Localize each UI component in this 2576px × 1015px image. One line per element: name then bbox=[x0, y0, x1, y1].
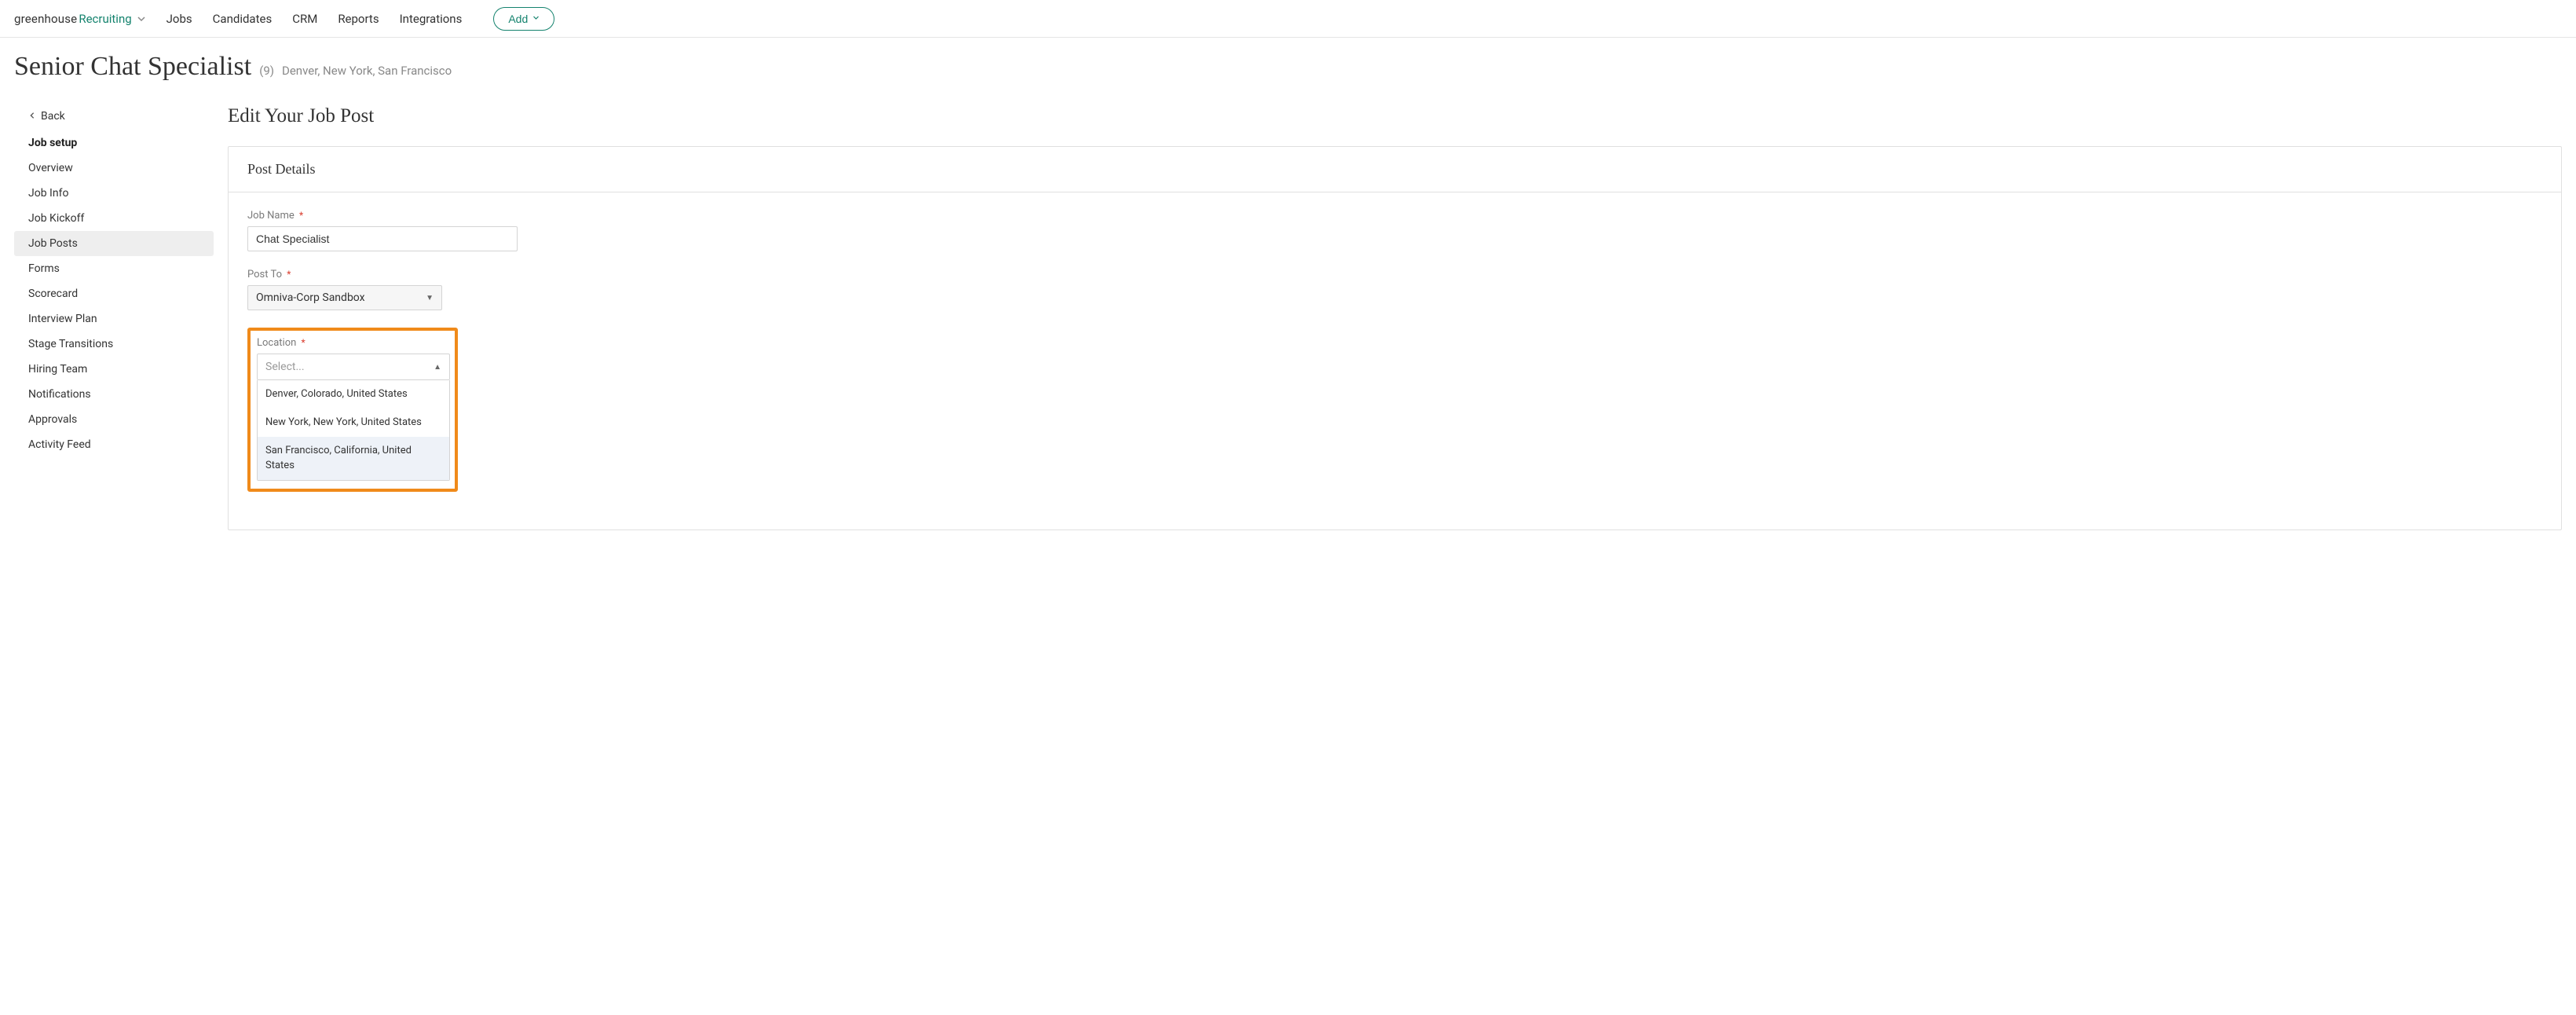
required-asterisk: * bbox=[302, 337, 306, 348]
add-button-label: Add bbox=[508, 13, 528, 25]
postto-label: Post To * bbox=[247, 269, 2542, 280]
location-option[interactable]: San Francisco, California, United States bbox=[258, 437, 449, 479]
sidebar-item-stagetransitions[interactable]: Stage Transitions bbox=[14, 332, 214, 357]
location-option[interactable]: New York, New York, United States bbox=[258, 409, 449, 437]
jobname-label: Job Name * bbox=[247, 210, 2542, 222]
back-link[interactable]: Back bbox=[14, 105, 214, 130]
sidebar-heading: Job setup bbox=[14, 130, 214, 156]
sidebar-item-interviewplan[interactable]: Interview Plan bbox=[14, 306, 214, 332]
sidebar-item-notifications[interactable]: Notifications bbox=[14, 382, 214, 407]
nav-integrations[interactable]: Integrations bbox=[400, 12, 463, 26]
location-label-text: Location bbox=[257, 337, 296, 349]
sidebar-item-activityfeed[interactable]: Activity Feed bbox=[14, 432, 214, 457]
sidebar-item-hiringteam[interactable]: Hiring Team bbox=[14, 357, 214, 382]
sidebar-item-approvals[interactable]: Approvals bbox=[14, 407, 214, 432]
location-dropdown-menu: Denver, Colorado, United States New York… bbox=[257, 380, 450, 481]
sidebar-item-forms[interactable]: Forms bbox=[14, 256, 214, 281]
top-nav: greenhouse Recruiting Jobs Candidates CR… bbox=[0, 0, 2576, 38]
sidebar-item-scorecard[interactable]: Scorecard bbox=[14, 281, 214, 306]
panel-header: Post Details bbox=[229, 147, 2561, 192]
post-details-panel: Post Details Job Name * Post To * bbox=[228, 146, 2562, 530]
nav-candidates[interactable]: Candidates bbox=[213, 12, 273, 26]
jobname-input[interactable] bbox=[247, 226, 518, 251]
location-option[interactable]: Denver, Colorado, United States bbox=[258, 380, 449, 409]
sidebar-item-overview[interactable]: Overview bbox=[14, 156, 214, 181]
body-layout: Back Job setup Overview Job Info Job Kic… bbox=[0, 91, 2576, 544]
nav-crm[interactable]: CRM bbox=[292, 12, 317, 26]
sidebar: Back Job setup Overview Job Info Job Kic… bbox=[0, 105, 228, 544]
location-placeholder: Select... bbox=[265, 361, 305, 373]
page-locations: Denver, New York, San Francisco bbox=[282, 64, 452, 78]
triangle-down-icon: ▼ bbox=[426, 294, 434, 302]
nav-jobs[interactable]: Jobs bbox=[166, 12, 192, 26]
chevron-down-icon bbox=[137, 14, 146, 26]
required-asterisk: * bbox=[287, 269, 291, 280]
sidebar-item-jobposts[interactable]: Job Posts bbox=[14, 231, 214, 256]
field-jobname: Job Name * bbox=[247, 210, 2542, 251]
brand-name-b: Recruiting bbox=[79, 12, 131, 26]
primary-nav: Jobs Candidates CRM Reports Integrations bbox=[166, 12, 463, 26]
chevron-down-icon bbox=[532, 14, 540, 24]
field-postto: Post To * Omniva-Corp Sandbox ▼ bbox=[247, 269, 2542, 310]
main-title: Edit Your Job Post bbox=[228, 105, 2562, 127]
page-count: (9) bbox=[259, 64, 274, 78]
page-title: Senior Chat Specialist bbox=[14, 52, 251, 82]
back-label: Back bbox=[41, 110, 65, 123]
jobname-label-text: Job Name bbox=[247, 210, 295, 222]
sidebar-item-jobkickoff[interactable]: Job Kickoff bbox=[14, 206, 214, 231]
panel-body: Job Name * Post To * Omniva-Corp Sandbox… bbox=[229, 192, 2561, 529]
chevron-left-icon bbox=[28, 111, 36, 123]
add-button[interactable]: Add bbox=[493, 7, 554, 31]
required-asterisk: * bbox=[299, 210, 303, 221]
sidebar-item-jobinfo[interactable]: Job Info bbox=[14, 181, 214, 206]
page-header: Senior Chat Specialist (9) Denver, New Y… bbox=[0, 38, 2576, 91]
main-content: Edit Your Job Post Post Details Job Name… bbox=[228, 105, 2576, 544]
triangle-up-icon: ▲ bbox=[434, 363, 441, 372]
brand-switcher[interactable]: greenhouse Recruiting bbox=[14, 12, 146, 26]
location-select[interactable]: Select... ▲ bbox=[257, 354, 450, 380]
postto-label-text: Post To bbox=[247, 269, 282, 280]
location-highlight: Location * Select... ▲ Denver, Colorado,… bbox=[247, 328, 458, 492]
brand-name-a: greenhouse bbox=[14, 12, 77, 26]
location-label: Location * bbox=[257, 337, 448, 349]
nav-reports[interactable]: Reports bbox=[338, 12, 379, 26]
postto-value: Omniva-Corp Sandbox bbox=[256, 291, 365, 304]
postto-select[interactable]: Omniva-Corp Sandbox ▼ bbox=[247, 285, 442, 310]
